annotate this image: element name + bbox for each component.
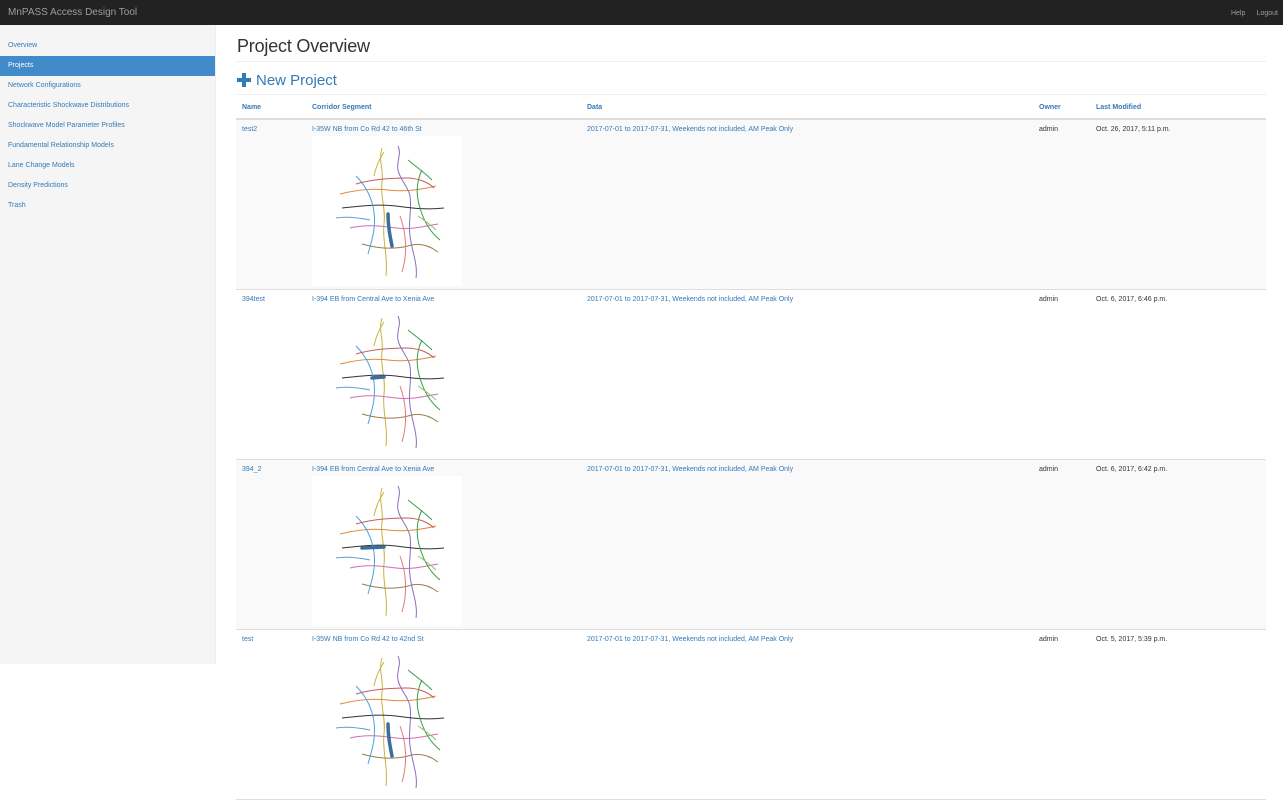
sidebar-item-projects[interactable]: Projects — [0, 56, 215, 76]
header-divider — [236, 94, 1266, 95]
owner-cell: admin — [1039, 296, 1059, 303]
sidebar-item-trash[interactable]: Trash — [0, 196, 215, 216]
plus-icon — [237, 73, 251, 87]
corridor-link[interactable]: I-35W NB from Co Rd 42 to 46th St — [312, 126, 422, 133]
title-divider — [236, 61, 1266, 62]
sidebar-item-shockwave-distributions[interactable]: Characteristic Shockwave Distributions — [0, 96, 215, 116]
corridor-map-thumbnail[interactable] — [312, 306, 462, 456]
page-title: Project Overview — [237, 36, 370, 56]
project-name-link[interactable]: test — [242, 636, 253, 643]
logout-link[interactable]: Logout — [1257, 10, 1278, 17]
sidebar-item-network-configurations[interactable]: Network Configurations — [0, 76, 215, 96]
help-link[interactable]: Help — [1231, 10, 1245, 17]
new-project-button[interactable]: New Project — [237, 70, 337, 90]
data-link[interactable]: 2017-07-01 to 2017-07-31, Weekends not i… — [587, 296, 793, 303]
table-row: test2 I-35W NB from Co Rd 42 to 46th St … — [236, 120, 1266, 290]
last-modified-cell: Oct. 26, 2017, 5:11 p.m. — [1096, 126, 1171, 133]
app-brand[interactable]: MnPASS Access Design Tool — [8, 0, 137, 25]
table-row: test I-35W NB from Co Rd 42 to 42nd St 2… — [236, 630, 1266, 800]
sidebar-item-parameter-profiles[interactable]: Shockwave Model Parameter Profiles — [0, 116, 215, 136]
sidebar-item-lane-change-models[interactable]: Lane Change Models — [0, 156, 215, 176]
owner-cell: admin — [1039, 126, 1059, 133]
project-name-link[interactable]: test2 — [242, 126, 257, 133]
data-link[interactable]: 2017-07-01 to 2017-07-31, Weekends not i… — [587, 126, 793, 133]
column-header-owner[interactable]: Owner — [1039, 104, 1061, 111]
data-link[interactable]: 2017-07-01 to 2017-07-31, Weekends not i… — [587, 466, 793, 473]
table-row: 394_2 I-394 EB from Central Ave to Xenia… — [236, 460, 1266, 630]
project-name-link[interactable]: 394_2 — [242, 466, 261, 473]
sidebar: Overview Projects Network Configurations… — [0, 25, 216, 664]
last-modified-cell: Oct. 6, 2017, 6:42 p.m. — [1096, 466, 1168, 473]
column-header-data[interactable]: Data — [587, 104, 602, 111]
top-navbar: MnPASS Access Design Tool Help Logout — [0, 0, 1283, 25]
sidebar-item-density-predictions[interactable]: Density Predictions — [0, 176, 215, 196]
column-header-corridor[interactable]: Corridor Segment — [312, 104, 372, 111]
corridor-map-thumbnail[interactable] — [312, 646, 462, 796]
last-modified-cell: Oct. 5, 2017, 5:39 p.m. — [1096, 636, 1168, 643]
corridor-link[interactable]: I-394 EB from Central Ave to Xenia Ave — [312, 296, 434, 303]
project-name-link[interactable]: 394test — [242, 296, 265, 303]
table-row: 394test I-394 EB from Central Ave to Xen… — [236, 290, 1266, 460]
owner-cell: admin — [1039, 636, 1059, 643]
main-content: Project Overview New Project Name Corrid… — [236, 25, 1266, 800]
new-project-label: New Project — [256, 71, 337, 89]
corridor-link[interactable]: I-35W NB from Co Rd 42 to 42nd St — [312, 636, 424, 643]
projects-table: Name Corridor Segment Data Owner Last Mo… — [236, 101, 1266, 800]
corridor-link[interactable]: I-394 EB from Central Ave to Xenia Ave — [312, 466, 434, 473]
sidebar-item-fundamental-models[interactable]: Fundamental Relationship Models — [0, 136, 215, 156]
column-header-last-modified[interactable]: Last Modified — [1096, 104, 1141, 111]
table-header: Name Corridor Segment Data Owner Last Mo… — [236, 101, 1266, 120]
data-link[interactable]: 2017-07-01 to 2017-07-31, Weekends not i… — [587, 636, 793, 643]
sidebar-item-overview[interactable]: Overview — [0, 36, 215, 56]
column-header-name[interactable]: Name — [242, 104, 261, 111]
navbar-right: Help Logout — [1222, 0, 1278, 26]
last-modified-cell: Oct. 6, 2017, 6:46 p.m. — [1096, 296, 1168, 303]
owner-cell: admin — [1039, 466, 1059, 473]
corridor-map-thumbnail[interactable] — [312, 476, 462, 626]
corridor-map-thumbnail[interactable] — [312, 136, 462, 286]
